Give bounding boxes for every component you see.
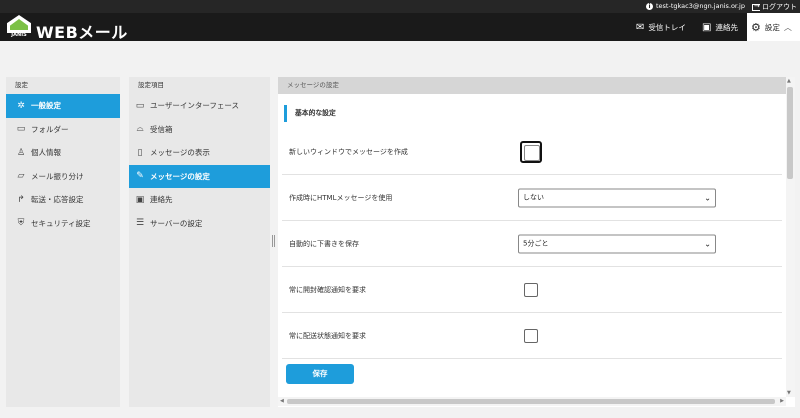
monitor-icon: ▭ — [135, 100, 145, 111]
scroll-up-icon[interactable]: ▲ — [787, 78, 791, 84]
section-item-server[interactable]: ☰ サーバーの設定 — [129, 212, 270, 236]
sidebar-item-label: メール振り分け — [31, 171, 84, 181]
nav-settings-label: 設定 — [764, 22, 780, 32]
sidebar-item-label: セキュリティ設定 — [31, 218, 91, 228]
sections-list: 設定項目 ▭ ユーザーインターフェース ⌓ 受信箱 ▯ メッセージの表示 ✎ メ… — [129, 77, 270, 407]
sidebar-item-label: 個人情報 — [31, 148, 61, 158]
section-item-message-compose[interactable]: ✎ メッセージの設定 — [129, 164, 270, 188]
sections-list-heading: 設定項目 — [138, 81, 164, 89]
chevron-down-icon: ⌄ — [704, 193, 711, 202]
delivery-status-checkbox[interactable] — [524, 328, 538, 343]
contact-card-icon: ▣ — [135, 194, 145, 205]
section-item-label: メッセージの表示 — [150, 148, 210, 158]
sidebar-item-label: フォルダー — [31, 124, 69, 134]
section-item-message-display[interactable]: ▯ メッセージの表示 — [129, 141, 270, 165]
logout-label: ログアウト — [762, 3, 797, 11]
content-vertical-scrollbar[interactable]: ▲ ▼ — [786, 77, 795, 397]
app-title: WEBメール — [36, 23, 128, 42]
setting-row-read-receipt: 常に開封確認通知を要求 — [282, 267, 782, 313]
section-item-label: メッセージの設定 — [150, 171, 210, 181]
select-value: 5分ごと — [523, 239, 549, 247]
logout-button[interactable]: ログアウト — [752, 2, 797, 12]
setting-row-compose-new-window: 新しいウィンドウでメッセージを作成 — [282, 129, 782, 175]
folder-open-icon: ▱ — [17, 171, 25, 182]
section-item-inbox[interactable]: ⌓ 受信箱 — [129, 118, 270, 142]
section-title: 基本的な設定 — [284, 105, 336, 122]
nav-contacts-label: 連絡先 — [715, 22, 738, 32]
scroll-left-icon[interactable]: ◀ — [280, 398, 284, 404]
setting-label: 常に開封確認通知を要求 — [289, 285, 366, 294]
chevron-down-icon: ⌄ — [704, 239, 711, 248]
envelope-icon: ✉ — [636, 21, 645, 33]
section-item-label: 連絡先 — [150, 195, 173, 205]
scroll-right-icon[interactable]: ▶ — [780, 398, 784, 404]
person-icon: ♙ — [16, 147, 26, 158]
inbox-icon: ⌓ — [136, 124, 144, 135]
forward-icon: ↱ — [17, 194, 25, 205]
nav-inbox-label: 受信トレイ — [648, 22, 686, 32]
sidebar-item-forwarding[interactable]: ↱ 転送・応答設定 — [6, 188, 120, 212]
gear-icon: ⚙ — [751, 20, 761, 34]
setting-row-html-compose: 作成時にHTMLメッセージを使用 しない ⌄ — [282, 175, 782, 221]
nav-inbox[interactable]: ✉ 受信トレイ — [636, 13, 686, 41]
chevron-up-icon: ︿ — [783, 22, 792, 32]
contact-card-icon: ▣ — [702, 21, 712, 33]
draft-autosave-select[interactable]: 5分ごと ⌄ — [518, 234, 716, 253]
setting-label: 新しいウィンドウでメッセージを作成 — [289, 147, 408, 156]
top-bar: i test-tgkac3@ngn.janis.or.jp ログアウト — [0, 0, 800, 13]
account-email-text: test-tgkac3@ngn.janis.or.jp — [656, 2, 745, 10]
section-item-label: サーバーの設定 — [150, 218, 203, 228]
app-header: JANIS WEBメール ✉ 受信トレイ ▣ 連絡先 ⚙ 設定 ︿ — [0, 13, 800, 42]
setting-label: 作成時にHTMLメッセージを使用 — [289, 193, 393, 202]
shield-icon: ⛨ — [17, 218, 25, 229]
section-item-contacts[interactable]: ▣ 連絡先 — [129, 188, 270, 212]
server-icon: ☰ — [135, 218, 145, 229]
read-receipt-checkbox[interactable] — [524, 282, 538, 297]
content-heading: メッセージの設定 — [278, 77, 795, 94]
content-horizontal-scrollbar[interactable]: ◀ ▶ — [278, 397, 786, 406]
nav-contacts[interactable]: ▣ 連絡先 — [702, 13, 738, 41]
sidebar-item-general[interactable]: ✲ 一般設定 — [6, 94, 120, 118]
section-item-label: 受信箱 — [150, 124, 173, 134]
account-email: i test-tgkac3@ngn.janis.or.jp — [646, 2, 745, 10]
info-icon: i — [646, 2, 653, 10]
scrollbar-thumb[interactable] — [287, 399, 775, 404]
document-icon: ▯ — [137, 147, 143, 158]
folder-icon: ▭ — [16, 124, 26, 135]
setting-label: 自動的に下書きを保存 — [289, 239, 359, 248]
setting-row-draft-autosave: 自動的に下書きを保存 5分ごと ⌄ — [282, 221, 782, 267]
logout-icon — [752, 2, 760, 11]
setting-label: 常に配送状態通知を要求 — [289, 331, 366, 340]
sidebar-item-security[interactable]: ⛨ セキュリティ設定 — [6, 212, 120, 236]
sidebar-item-label: 一般設定 — [31, 101, 61, 111]
panel-resize-handle[interactable] — [272, 235, 275, 247]
sidebar-item-identities[interactable]: ♙ 個人情報 — [6, 141, 120, 165]
sidebar-item-filters[interactable]: ▱ メール振り分け — [6, 165, 120, 189]
nav-settings[interactable]: ⚙ 設定 ︿ — [747, 13, 800, 41]
settings-sidebar-heading: 設定 — [15, 81, 28, 89]
gear-icon: ✲ — [17, 100, 25, 111]
compose-new-window-checkbox[interactable] — [520, 140, 542, 163]
sidebar-item-folders[interactable]: ▭ フォルダー — [6, 118, 120, 142]
setting-row-delivery-status: 常に配送状態通知を要求 — [282, 313, 782, 359]
section-item-ui[interactable]: ▭ ユーザーインターフェース — [129, 94, 270, 118]
settings-content: メッセージの設定 基本的な設定 新しいウィンドウでメッセージを作成 作成時にHT… — [278, 77, 795, 407]
janis-logo[interactable]: JANIS — [6, 15, 32, 39]
sidebar-item-label: 転送・応答設定 — [31, 195, 84, 205]
save-button[interactable]: 保存 — [286, 364, 354, 384]
section-item-label: ユーザーインターフェース — [150, 101, 240, 111]
html-compose-select[interactable]: しない ⌄ — [518, 188, 716, 207]
scrollbar-thumb[interactable] — [787, 87, 793, 179]
settings-sidebar: 設定 ✲ 一般設定 ▭ フォルダー ♙ 個人情報 ▱ メール振り分け ↱ 転送・… — [6, 77, 120, 407]
scroll-down-icon[interactable]: ▼ — [787, 390, 791, 396]
select-value: しない — [523, 193, 544, 201]
edit-document-icon: ✎ — [136, 171, 144, 182]
logo-text: JANIS — [11, 32, 27, 38]
